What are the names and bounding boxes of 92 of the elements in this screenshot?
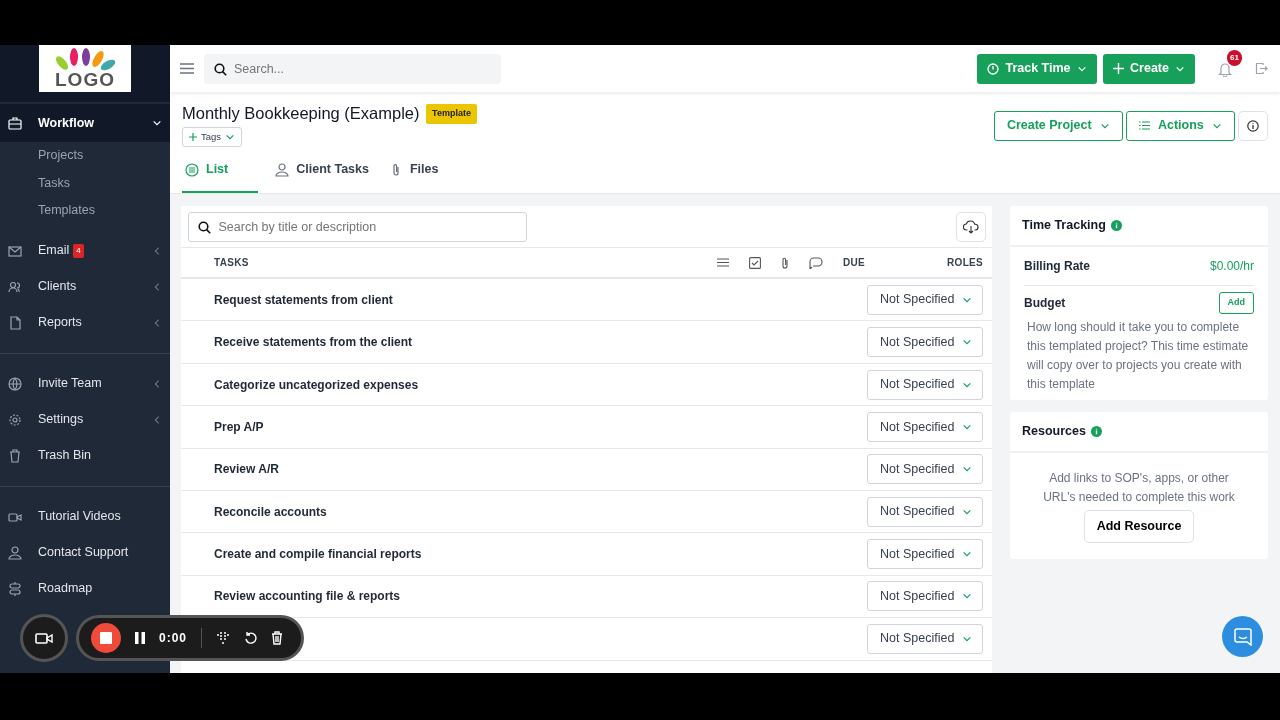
count-badge: 4: [73, 243, 84, 258]
resources-description: Add links to SOP's, apps, or other URL's needed to complete this work: [1042, 469, 1236, 506]
person-icon: [275, 162, 290, 177]
card-title: Resources: [1022, 422, 1086, 440]
billing-rate-label: Billing Rate: [1024, 257, 1090, 275]
paperclip-icon: [781, 256, 789, 269]
role-dropdown[interactable]: Not Specified: [867, 284, 983, 315]
task-title: Review A/R: [214, 461, 280, 479]
document-icon: [8, 315, 22, 330]
tags-button[interactable]: Tags: [182, 127, 243, 148]
tab[interactable]: Files: [385, 160, 442, 194]
role-dropdown[interactable]: Not Specified: [867, 623, 983, 654]
signpost-icon: [8, 581, 22, 596]
role-dropdown[interactable]: Not Specified: [867, 496, 983, 527]
template-tag: Template: [426, 104, 477, 124]
settings-icon: [8, 412, 22, 427]
chat-button[interactable]: [1222, 616, 1263, 657]
sidebar-label: Trash Bin: [38, 447, 92, 465]
tab[interactable]: Client Tasks: [272, 160, 372, 194]
add-resource-button[interactable]: Add Resource: [1083, 509, 1195, 543]
sidebar-label: Roadmap: [38, 580, 93, 598]
search-icon: [214, 62, 227, 76]
task-search-field[interactable]: Search by title or description: [187, 212, 527, 243]
task-title: Reconcile accounts: [214, 503, 328, 521]
task-title: Create and compile financial reports: [214, 546, 423, 564]
globe-icon: [8, 376, 22, 391]
plus-icon: [1113, 63, 1125, 74]
sidebar-label: Invite Team: [38, 375, 102, 393]
task-title: Receive statements from the client: [214, 334, 414, 352]
video-camera-icon: [35, 631, 53, 645]
info-icon: [1247, 119, 1259, 132]
task-title: Categorize uncategorized expenses: [214, 376, 420, 394]
add-budget-button[interactable]: Add: [1218, 291, 1254, 314]
menu-icon[interactable]: [180, 63, 194, 74]
download-button[interactable]: [955, 212, 986, 243]
column-header: ROLES: [946, 256, 983, 271]
checkbox-icon: [749, 256, 761, 269]
search-icon: [197, 221, 211, 235]
pause-icon[interactable]: [135, 632, 145, 644]
chat-bubble-icon: [809, 256, 823, 269]
role-dropdown[interactable]: Not Specified: [867, 327, 983, 358]
stop-button[interactable]: [91, 623, 121, 653]
list-icon: [185, 162, 199, 177]
cloud-download-icon: [962, 220, 979, 235]
list-icon: [1138, 121, 1150, 130]
dots-grid-icon[interactable]: [216, 631, 231, 645]
sidebar-item-highlight[interactable]: Workflow: [0, 104, 170, 142]
sidebar-label: Workflow: [38, 114, 95, 132]
sidebar-subitem[interactable]: Tasks: [0, 169, 170, 197]
task-title: Prep A/P: [214, 418, 265, 436]
sidebar-label: Contact Support: [38, 544, 129, 562]
budget-description: How long should it take you to complete this templated project? This time estimate will copy over to projects you create with this template: [1026, 318, 1250, 393]
bell-icon[interactable]: [1218, 61, 1232, 77]
restart-icon[interactable]: [244, 631, 258, 645]
lines-icon: [717, 258, 729, 268]
column-header: TASKS: [214, 256, 250, 271]
task-title: Review accounting file & reports: [214, 588, 402, 606]
role-dropdown[interactable]: Not Specified: [867, 411, 983, 442]
trash-icon: [8, 448, 22, 463]
sidebar-subitem[interactable]: Templates: [0, 197, 170, 225]
stop-icon: [100, 632, 112, 644]
search-field[interactable]: Search...: [204, 53, 501, 84]
info-button[interactable]: [1238, 110, 1268, 141]
info-icon[interactable]: [1110, 219, 1122, 231]
sidebar-label: Email: [38, 242, 70, 260]
budget-label: Budget: [1024, 294, 1066, 312]
sidebar-label: Clients: [38, 278, 77, 296]
billing-rate-value: $0.00/hr: [1209, 257, 1254, 275]
logo-text: LOGO: [55, 71, 115, 89]
role-dropdown[interactable]: Not Specified: [867, 539, 983, 570]
task-title: Request statements from client: [214, 291, 394, 309]
clock-icon: [987, 62, 1000, 75]
notification-count: 61: [1227, 49, 1242, 66]
plus-icon: [189, 133, 197, 142]
people-icon: [8, 279, 22, 294]
role-dropdown[interactable]: Not Specified: [867, 454, 983, 485]
project-title: Monthly Bookkeeping (Example): [182, 104, 420, 124]
sidebar-label: Settings: [38, 411, 84, 429]
sidebar-label: Tutorial Videos: [38, 508, 121, 526]
role-dropdown[interactable]: Not Specified: [867, 369, 983, 400]
briefcase-icon: [8, 116, 22, 130]
role-dropdown[interactable]: Not Specified: [867, 581, 983, 612]
card-title: Time Tracking: [1022, 217, 1106, 235]
person-icon: [8, 545, 22, 560]
info-icon[interactable]: [1090, 425, 1102, 437]
column-header: DUE: [843, 256, 866, 271]
trash-icon[interactable]: [271, 631, 284, 645]
chat-icon: [1233, 627, 1252, 646]
recording-time: 0:00: [159, 630, 188, 647]
envelope-icon: [8, 243, 22, 258]
sidebar-label: Reports: [38, 314, 82, 332]
sidebar-subitem[interactable]: Projects: [0, 142, 170, 170]
